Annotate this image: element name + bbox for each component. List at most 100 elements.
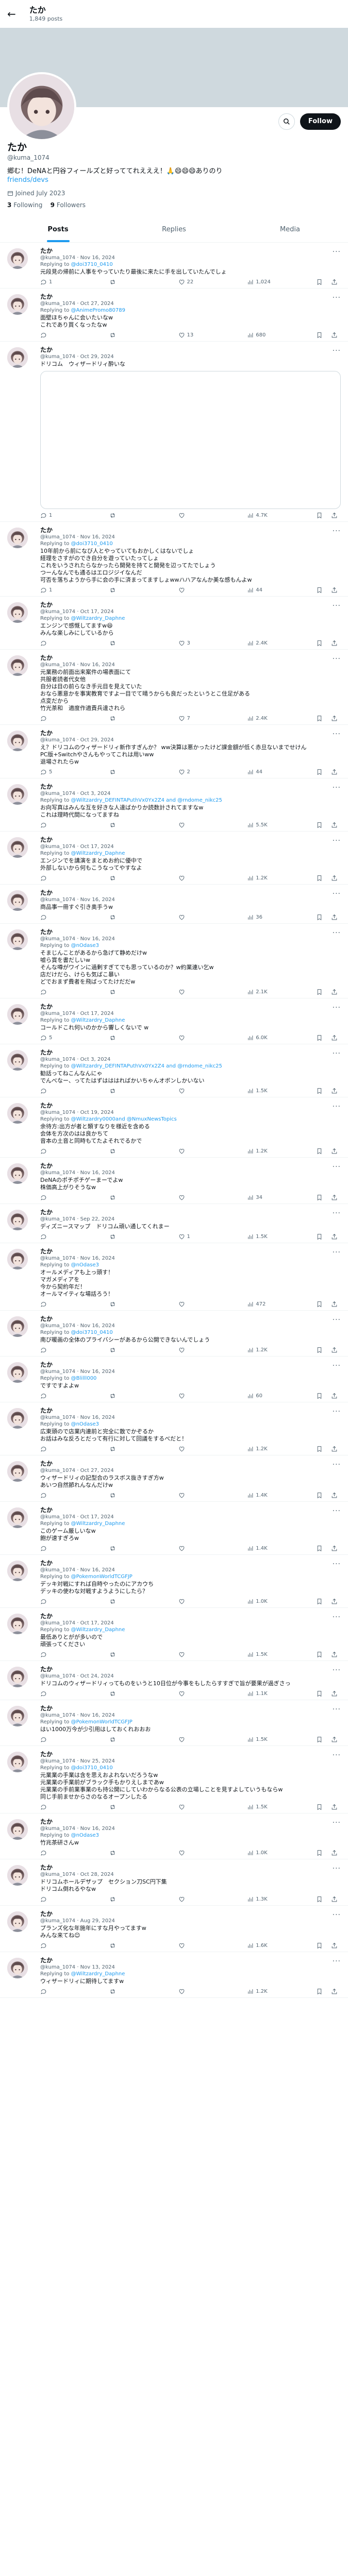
tweet-author-name[interactable]: たか [40,655,341,662]
reply-button[interactable] [40,1492,66,1499]
tweet[interactable]: ··· たか @kuma_1074 · Oct 27, 2024 Replying t… [0,289,348,342]
like-button[interactable] [178,1301,204,1308]
tweet-author-name[interactable]: たか [40,890,341,896]
tweet[interactable]: ··· たか @kuma_1074 · Nov 16, 2024 商品事一冊すぐ引き奥… [0,885,348,924]
more-options-icon[interactable]: ··· [333,1560,341,1568]
tweet-author-name[interactable]: たか [40,1613,341,1620]
tweet[interactable]: ··· たか @kuma_1074 · Oct 28, 2024 ドリコムホールデザッ… [0,1859,348,1906]
views-button[interactable]: 6.0K [247,1035,273,1041]
reply-button[interactable] [40,1393,66,1399]
tweet-media[interactable] [40,371,341,509]
tweet-avatar[interactable] [7,1958,28,1978]
share-button[interactable] [331,1850,338,1856]
retweet-button[interactable] [109,512,135,519]
reply-button[interactable] [40,1194,66,1201]
reply-button[interactable]: 1 [40,279,66,285]
bookmark-button[interactable] [316,1301,323,1308]
like-button[interactable]: 13 [178,332,204,338]
tweet-author-name[interactable]: たか [40,1248,341,1255]
reply-button[interactable] [40,332,66,338]
search-button[interactable] [278,113,295,130]
retweet-button[interactable] [109,587,135,594]
tweet-author-name[interactable]: たか [40,1408,341,1414]
more-options-icon[interactable]: ··· [333,1819,341,1827]
bookmark-button[interactable] [316,1804,323,1810]
reply-button[interactable] [40,640,66,647]
like-button[interactable] [178,1598,204,1605]
tweet[interactable]: ··· たか @kuma_1074 · Nov 16, 2024 Replying t… [0,243,348,289]
share-button[interactable] [331,1393,338,1399]
more-options-icon[interactable]: ··· [333,1248,341,1257]
reply-button[interactable]: 1 [40,512,66,519]
tweet-author-name[interactable]: たか [40,1163,341,1170]
replying-to-link[interactable]: @PokemonWorldTCGFJP [71,1719,132,1725]
more-options-icon[interactable]: ··· [333,1408,341,1416]
tweet[interactable]: ··· たか @kuma_1074 · Nov 16, 2024 Replying t… [0,1402,348,1455]
like-button[interactable]: 1 [178,1233,204,1240]
reply-button[interactable]: 5 [40,769,66,775]
share-button[interactable] [331,989,338,995]
tweet-author-name[interactable]: たか [40,1751,341,1758]
tweet-author-name[interactable]: たか [40,837,341,843]
reply-button[interactable] [40,1446,66,1452]
more-options-icon[interactable]: ··· [333,837,341,845]
replying-to-link[interactable]: @Wiltzardry_DEFINTAPuthVx0Yx2Z4 and @rnd… [71,1063,222,1069]
retweet-button[interactable] [109,1393,135,1399]
retweet-button[interactable] [109,1233,135,1240]
views-button[interactable]: 4.7K [247,512,273,519]
reply-button[interactable] [40,1988,66,1995]
like-button[interactable] [178,1148,204,1155]
retweet-button[interactable] [109,914,135,921]
tab-media[interactable]: Media [232,217,348,242]
replying-to-link[interactable]: @Wiltzardry_Daphne [71,1627,125,1633]
like-button[interactable] [178,1393,204,1399]
retweet-button[interactable] [109,1148,135,1155]
views-button[interactable]: 1.0K [247,1598,273,1605]
tweet-avatar[interactable] [7,1911,28,1932]
more-options-icon[interactable]: ··· [333,1362,341,1370]
tweet-avatar[interactable] [7,1408,28,1429]
tweet-author-name[interactable]: たか [40,527,341,534]
reply-button[interactable] [40,1651,66,1658]
like-button[interactable] [178,1896,204,1903]
bookmark-button[interactable] [316,1347,323,1353]
reply-button[interactable] [40,1598,66,1605]
share-button[interactable] [331,715,338,722]
tab-posts[interactable]: Posts [0,217,116,242]
replying-to-link[interactable]: @doi3710_0410 [71,1765,113,1771]
views-button[interactable]: 1.2K [247,1988,273,1995]
tweet-avatar[interactable] [7,602,28,623]
follow-button[interactable]: Follow [300,113,341,130]
like-button[interactable]: 2 [178,769,204,775]
tweet-avatar[interactable] [7,890,28,911]
tweet[interactable]: ··· たか @kuma_1074 · Oct 17, 2024 Replying t… [0,1502,348,1555]
more-options-icon[interactable]: ··· [333,730,341,738]
like-button[interactable]: 3 [178,640,204,647]
retweet-button[interactable] [109,1194,135,1201]
like-button[interactable]: 22 [178,279,204,285]
bookmark-button[interactable] [316,512,323,519]
views-button[interactable]: 60 [247,1393,273,1399]
tweet-author-name[interactable]: たか [40,294,341,300]
tweet-avatar[interactable] [7,1210,28,1230]
retweet-button[interactable] [109,1896,135,1903]
share-button[interactable] [331,1347,338,1353]
bookmark-button[interactable] [316,1942,323,1949]
tweet-author-name[interactable]: たか [40,1049,341,1056]
retweet-button[interactable] [109,1736,135,1743]
tweet[interactable]: ··· たか @kuma_1074 · Nov 16, 2024 DeNAのポチポチゲ… [0,1158,348,1204]
retweet-button[interactable] [109,1651,135,1658]
bio-link[interactable]: friends/devs [7,176,48,184]
tweet[interactable]: ··· たか @kuma_1074 · Nov 25, 2024 Replying t… [0,1746,348,1814]
views-button[interactable]: 1.6K [247,1942,273,1949]
tweet-avatar[interactable] [7,1667,28,1687]
tweet-avatar[interactable] [7,655,28,676]
back-arrow-icon[interactable]: ← [7,9,16,19]
more-options-icon[interactable]: ··· [333,347,341,355]
replying-to-link[interactable]: @nOdase3 [71,943,99,948]
tweet-author-name[interactable]: たか [40,730,341,737]
more-options-icon[interactable]: ··· [333,1507,341,1515]
views-button[interactable]: 1.2K [247,1347,273,1353]
like-button[interactable] [178,914,204,921]
tweet[interactable]: ··· たか @kuma_1074 · Sep 22, 2024 ディズニースマップ … [0,1204,348,1243]
